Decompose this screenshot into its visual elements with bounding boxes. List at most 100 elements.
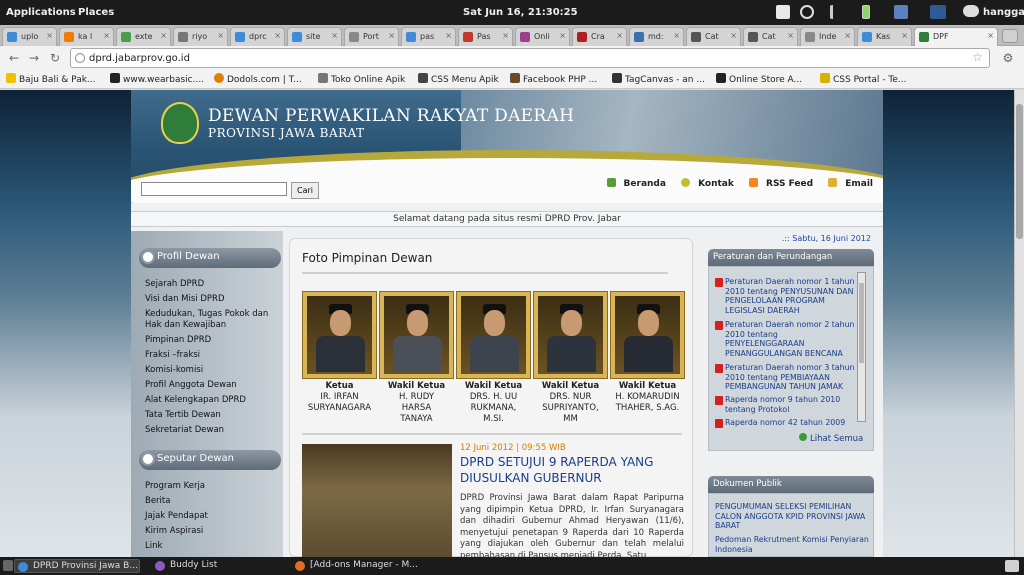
regulation-link[interactable]: Raperda nomor 42 tahun 2009 xyxy=(715,418,855,428)
star-icon[interactable]: ☆ xyxy=(972,50,983,64)
menu-item[interactable]: Kedudukan, Tugas Pokok dan xyxy=(145,309,268,320)
page-scrollbar[interactable] xyxy=(1014,90,1024,557)
reload-icon[interactable]: ↻ xyxy=(47,50,63,66)
tab-3[interactable]: exte × xyxy=(116,27,171,46)
close-icon[interactable]: × xyxy=(673,31,680,40)
close-icon[interactable]: × xyxy=(502,31,509,40)
menu-item[interactable]: Link xyxy=(145,541,208,556)
close-icon[interactable]: × xyxy=(901,31,908,40)
bookmark-item[interactable]: Facebook PHP ... xyxy=(510,73,597,85)
tab-5[interactable]: dprc × xyxy=(230,27,285,46)
volume-icon[interactable] xyxy=(830,5,844,19)
back-icon[interactable]: ← xyxy=(6,50,22,66)
tab-9[interactable]: Pas × xyxy=(458,27,513,46)
close-icon[interactable]: × xyxy=(160,31,167,40)
bookmark-item[interactable]: Toko Online Apik xyxy=(318,73,405,85)
close-icon[interactable]: × xyxy=(844,31,851,40)
search-button[interactable]: Cari xyxy=(291,182,319,199)
menu-item[interactable]: Sekretariat Dewan xyxy=(145,425,268,440)
tab-16[interactable]: Kas × xyxy=(857,27,912,46)
applications-menu[interactable]: Applications xyxy=(6,7,76,18)
close-icon[interactable]: × xyxy=(445,31,452,40)
tab-1[interactable]: uplo × xyxy=(2,27,57,46)
tab-6[interactable]: site × xyxy=(287,27,342,46)
nav-rss[interactable]: RSS Feed xyxy=(743,178,813,189)
chat-icon[interactable] xyxy=(963,5,979,17)
bookmark-item[interactable]: CSS Portal - Te... xyxy=(820,73,907,85)
bluetooth-icon[interactable] xyxy=(894,5,908,19)
tab-active[interactable]: DPF × xyxy=(914,27,998,46)
show-desktop-icon[interactable] xyxy=(3,560,13,571)
places-menu[interactable]: Places xyxy=(78,7,114,18)
tab-15[interactable]: Inde × xyxy=(800,27,855,46)
address-bar[interactable]: ☆ xyxy=(70,48,990,68)
list-scrollbar[interactable] xyxy=(857,272,866,422)
nav-kontak[interactable]: Kontak xyxy=(675,178,734,189)
close-icon[interactable]: × xyxy=(103,31,110,40)
nav-beranda[interactable]: Beranda xyxy=(601,178,666,189)
leader-photo[interactable] xyxy=(533,291,608,379)
lihat-semua-link[interactable]: Lihat Semua xyxy=(799,433,863,444)
menu-item[interactable]: Profil Anggota Dewan xyxy=(145,380,268,395)
search-input[interactable] xyxy=(141,182,287,196)
tab-10[interactable]: Onli × xyxy=(515,27,570,46)
menu-item[interactable]: Pimpinan DPRD xyxy=(145,335,268,350)
wrench-icon[interactable]: ⚙ xyxy=(1000,50,1016,66)
forward-icon[interactable]: → xyxy=(26,50,42,66)
news-image[interactable] xyxy=(302,444,452,557)
menu-item[interactable]: Tata Tertib Dewan xyxy=(145,410,268,425)
menu-item[interactable]: Program Kerja xyxy=(145,481,208,496)
document-link[interactable]: PENGUMUMAN SELEKSI PEMILIHAN CALON ANGGO… xyxy=(715,502,869,531)
monitor-icon[interactable] xyxy=(930,5,946,19)
user-menu[interactable]: hangga xyxy=(983,7,1024,18)
menu-item[interactable]: Visi dan Misi DPRD xyxy=(145,294,268,309)
leader-photo[interactable] xyxy=(610,291,685,379)
workspace-switcher[interactable] xyxy=(1005,560,1019,572)
bookmark-item[interactable]: CSS Menu Apik xyxy=(418,73,499,85)
bookmark-item[interactable]: www.wearbasic.... xyxy=(110,73,204,85)
document-link[interactable]: Pedoman Rekrutment Komisi Penyiaran Indo… xyxy=(715,535,869,554)
new-tab-button[interactable] xyxy=(1002,29,1018,43)
taskbar-window[interactable]: [Add-ons Manager - M... xyxy=(292,559,432,573)
regulation-link[interactable]: Peraturan Daerah nomor 3 tahun 2010 tent… xyxy=(715,363,855,392)
tab-11[interactable]: Cra × xyxy=(572,27,627,46)
close-icon[interactable]: × xyxy=(274,31,281,40)
menu-item[interactable]: Hak dan Kewajiban xyxy=(145,320,268,335)
tab-13[interactable]: Cat × xyxy=(686,27,741,46)
close-icon[interactable]: × xyxy=(616,31,623,40)
close-icon[interactable]: × xyxy=(987,31,994,40)
close-icon[interactable]: × xyxy=(331,31,338,40)
menu-item[interactable]: Kirim Aspirasi xyxy=(145,526,208,541)
close-icon[interactable]: × xyxy=(217,31,224,40)
regulation-link[interactable]: Raperda nomor 9 tahun 2010 tentang Proto… xyxy=(715,395,855,414)
close-icon[interactable]: × xyxy=(559,31,566,40)
network-icon[interactable] xyxy=(800,5,814,19)
menu-item[interactable]: Komisi-komisi xyxy=(145,365,268,380)
clock[interactable]: Sat Jun 16, 21:30:25 xyxy=(463,7,578,18)
close-icon[interactable]: × xyxy=(388,31,395,40)
menu-item[interactable]: Fraksi –fraksi xyxy=(145,350,268,365)
app-tray-icon[interactable] xyxy=(776,5,790,19)
leader-photo[interactable] xyxy=(379,291,454,379)
leader-photo[interactable] xyxy=(302,291,377,379)
news-title[interactable]: DPRD SETUJUI 9 RAPERDA YANG DIUSULKAN GU… xyxy=(460,454,685,486)
tab-12[interactable]: md: × xyxy=(629,27,684,46)
taskbar-window[interactable]: DPRD Provinsi Jawa B... xyxy=(14,559,140,573)
close-icon[interactable]: × xyxy=(730,31,737,40)
bookmark-item[interactable]: Baju Bali & Pak... xyxy=(6,73,96,85)
tab-14[interactable]: Cat × xyxy=(743,27,798,46)
bookmark-item[interactable]: Dodols.com | T... xyxy=(214,73,302,85)
nav-email[interactable]: Email xyxy=(822,178,873,189)
menu-item[interactable]: Sejarah DPRD xyxy=(145,279,268,294)
tab-8[interactable]: pas × xyxy=(401,27,456,46)
tab-7[interactable]: Port × xyxy=(344,27,399,46)
tab-2[interactable]: ka l × xyxy=(59,27,114,46)
regulation-link[interactable]: Peraturan Daerah nomor 1 tahun 2010 tent… xyxy=(715,277,855,316)
bookmark-item[interactable]: Online Store A... xyxy=(716,73,802,85)
url-input[interactable] xyxy=(89,51,939,65)
taskbar-window[interactable]: Buddy List xyxy=(152,559,278,573)
tab-4[interactable]: riyo × xyxy=(173,27,228,46)
close-icon[interactable]: × xyxy=(46,31,53,40)
menu-item[interactable]: Jajak Pendapat xyxy=(145,511,208,526)
bookmark-item[interactable]: TagCanvas - an ... xyxy=(612,73,705,85)
